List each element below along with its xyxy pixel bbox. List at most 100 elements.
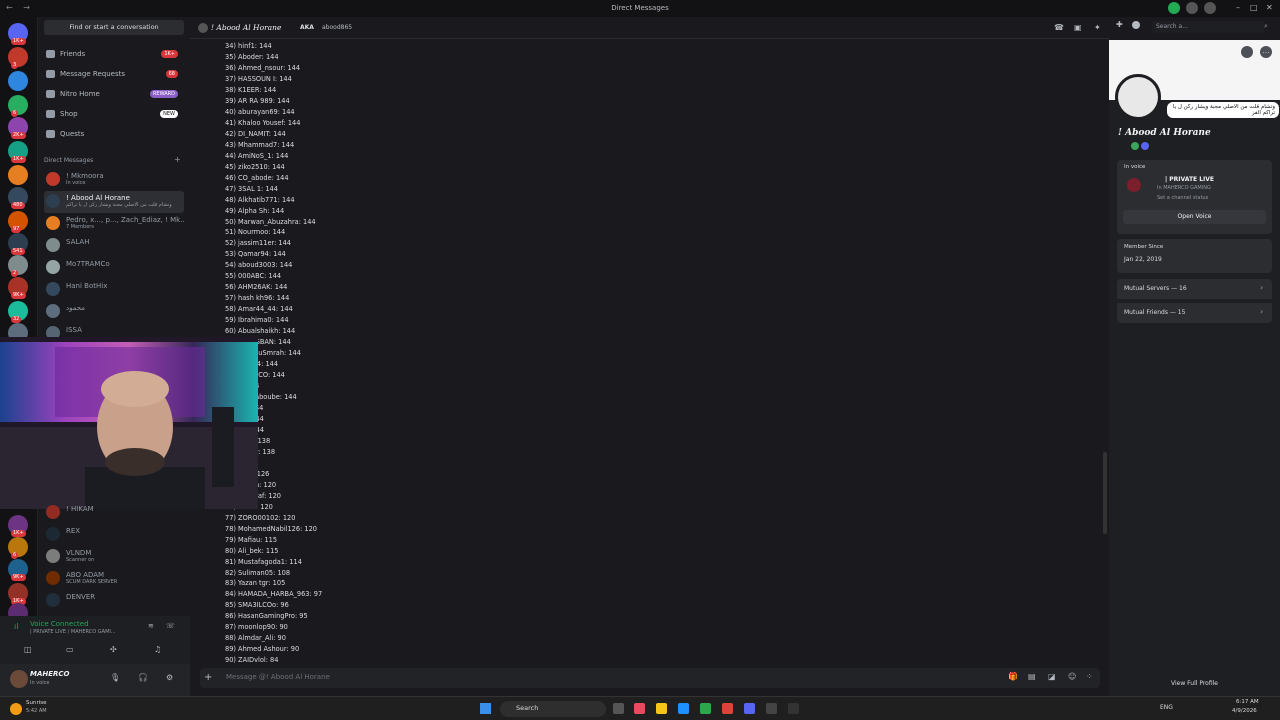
message-line: 83) Yazan tgr: 105: [225, 579, 286, 588]
server-icon[interactable]: [8, 165, 28, 185]
sticker-icon[interactable]: ◪: [1048, 672, 1056, 681]
inbox-icon[interactable]: [1186, 2, 1198, 14]
apps-icon[interactable]: ⁘: [1086, 672, 1093, 681]
nav-item-quests[interactable]: Quests: [44, 125, 184, 143]
start-icon[interactable]: [480, 703, 491, 714]
mutual-servers-row[interactable]: Mutual Servers — 16 ›: [1117, 279, 1272, 299]
nav-item-message-requests[interactable]: Message Requests 68: [44, 65, 184, 83]
mic-icon[interactable]: 🎙: [110, 673, 120, 682]
nitro-icon[interactable]: [1168, 2, 1180, 14]
soundboard-icon[interactable]: ♫: [154, 645, 161, 654]
header-user-name[interactable]: ! Abood Al Horane: [211, 23, 281, 32]
webcam-overlay: [0, 337, 258, 509]
discord-icon[interactable]: [744, 703, 755, 714]
user-name[interactable]: MAHERCO: [30, 670, 70, 678]
dm-item[interactable]: ABO ADAM SCUM DARK SERVER: [44, 568, 184, 590]
dm-item[interactable]: ! Mkmoora In voice: [44, 169, 184, 191]
voice-card-server: In MAHERCO GAMING: [1157, 185, 1211, 191]
nav-badge: NEW: [160, 110, 178, 118]
add-friend-icon[interactable]: [1241, 46, 1253, 58]
app-icon[interactable]: [788, 703, 799, 714]
message-line: 60) Abualshaikh: 144: [225, 327, 296, 336]
avatar: [46, 260, 60, 274]
more-options-icon[interactable]: …: [1260, 46, 1272, 58]
avatar: [46, 571, 60, 585]
search-input[interactable]: Search a...: [1152, 21, 1264, 33]
dm-item[interactable]: VLNDM Scanner on: [44, 546, 184, 568]
chat-scrollbar[interactable]: [1103, 452, 1107, 534]
taskbar-search[interactable]: Search: [500, 701, 606, 717]
dm-item[interactable]: Mo7TRAMCo: [44, 257, 184, 279]
task-view-icon[interactable]: [613, 703, 624, 714]
message-line: 84) HAMADA_HARBA_963: 97: [225, 590, 323, 599]
server-icon[interactable]: [8, 71, 28, 91]
voice-status[interactable]: Voice Connected: [30, 620, 89, 628]
find-conversation-input[interactable]: Find or start a conversation: [44, 20, 184, 35]
server-badge: 1K+: [11, 156, 26, 163]
dm-item[interactable]: SALAH: [44, 235, 184, 257]
dm-item[interactable]: ! HIKAM: [44, 502, 184, 524]
weather-icon[interactable]: [10, 703, 22, 715]
open-voice-button[interactable]: Open Voice: [1123, 210, 1266, 224]
headphones-icon[interactable]: 🎧: [138, 673, 148, 682]
close-icon[interactable]: ✕: [1266, 3, 1273, 12]
file-explorer-icon[interactable]: [656, 703, 667, 714]
nav-item-nitro-home[interactable]: Nitro Home REWARD: [44, 85, 184, 103]
view-full-profile-link[interactable]: View Full Profile: [1109, 680, 1280, 687]
chrome-icon[interactable]: [722, 703, 733, 714]
settings-gear-icon[interactable]: ⚙: [166, 673, 173, 682]
noise-suppression-icon[interactable]: ≋: [148, 622, 154, 630]
user-avatar[interactable]: [10, 670, 28, 688]
emoji-icon[interactable]: ☺: [1068, 672, 1076, 681]
mutual-friends-row[interactable]: Mutual Friends — 15 ›: [1117, 303, 1272, 323]
gift-icon[interactable]: 🎁: [1008, 672, 1018, 681]
title-bar: ← → Direct Messages – □ ✕: [0, 0, 1280, 17]
dm-item[interactable]: ! Abood Al Horane وتشام قلت من الاصلي مجب…: [44, 191, 184, 213]
nav-item-shop[interactable]: Shop NEW: [44, 105, 184, 123]
dm-item[interactable]: REX: [44, 524, 184, 546]
clock-time[interactable]: 6:17 AM: [1236, 699, 1259, 705]
profile-avatar[interactable]: [1115, 74, 1161, 120]
message-line: 47) 3SAL 1: 144: [225, 184, 278, 193]
member-since-label: Member Since: [1124, 244, 1164, 250]
steam-icon[interactable]: [766, 703, 777, 714]
voice-channel[interactable]: | PRIVATE LIVE / MAHERCO GAMI...: [30, 629, 140, 635]
chat-header: ! Abood Al Horane AKA abood865 ☎ ▣ ✦: [190, 17, 1109, 39]
nav-item-friends[interactable]: Friends 1K+: [44, 45, 184, 63]
gif-icon[interactable]: ▤: [1028, 672, 1036, 681]
add-friends-icon[interactable]: ✚: [1116, 20, 1123, 29]
server-badge: 97: [11, 226, 22, 233]
screenshare-icon[interactable]: ▭: [66, 645, 74, 654]
video-call-icon[interactable]: ▣: [1074, 23, 1082, 32]
clock-date[interactable]: 4/9/2026: [1232, 708, 1257, 714]
dm-item[interactable]: Pedro, x..., p..., Zach_Ediaz, ! Mk... 7 …: [44, 213, 184, 235]
dm-section-header: Direct Messages: [44, 157, 94, 164]
avatar: [46, 593, 60, 607]
message-line: 50) Marwan_Abuzahra: 144: [225, 217, 316, 226]
dm-item[interactable]: Hani BotHix: [44, 279, 184, 301]
dm-name: Mo7TRAMCo: [66, 260, 110, 268]
help-icon[interactable]: [1204, 2, 1216, 14]
webcam-image: [0, 337, 258, 509]
activities-icon[interactable]: ✣: [110, 645, 117, 654]
voice-call-icon[interactable]: ☎: [1054, 23, 1064, 32]
camera-icon[interactable]: ◫: [24, 645, 32, 654]
dm-name: ! HIKAM: [66, 505, 94, 513]
profile-toggle-icon[interactable]: [1132, 21, 1140, 29]
minimize-icon[interactable]: –: [1236, 3, 1240, 12]
disconnect-icon[interactable]: ☏: [166, 622, 175, 630]
maximize-icon[interactable]: □: [1250, 3, 1258, 12]
message-input[interactable]: Message @! Abood Al Horane: [226, 673, 330, 681]
app-icon[interactable]: [700, 703, 711, 714]
edge-icon[interactable]: [678, 703, 689, 714]
attach-plus-icon[interactable]: +: [204, 672, 212, 683]
pin-icon[interactable]: ✦: [1094, 23, 1101, 32]
dm-item[interactable]: محمود: [44, 301, 184, 323]
voice-card-status[interactable]: Set a channel status: [1157, 195, 1208, 201]
dm-subtext: 7 Members: [66, 224, 94, 230]
dm-item[interactable]: DENVER: [44, 590, 184, 612]
app-icon[interactable]: [634, 703, 645, 714]
message-line: 38) K1EER: 144: [225, 85, 277, 94]
language-indicator[interactable]: ENG: [1160, 704, 1173, 711]
add-dm-icon[interactable]: +: [174, 155, 181, 164]
